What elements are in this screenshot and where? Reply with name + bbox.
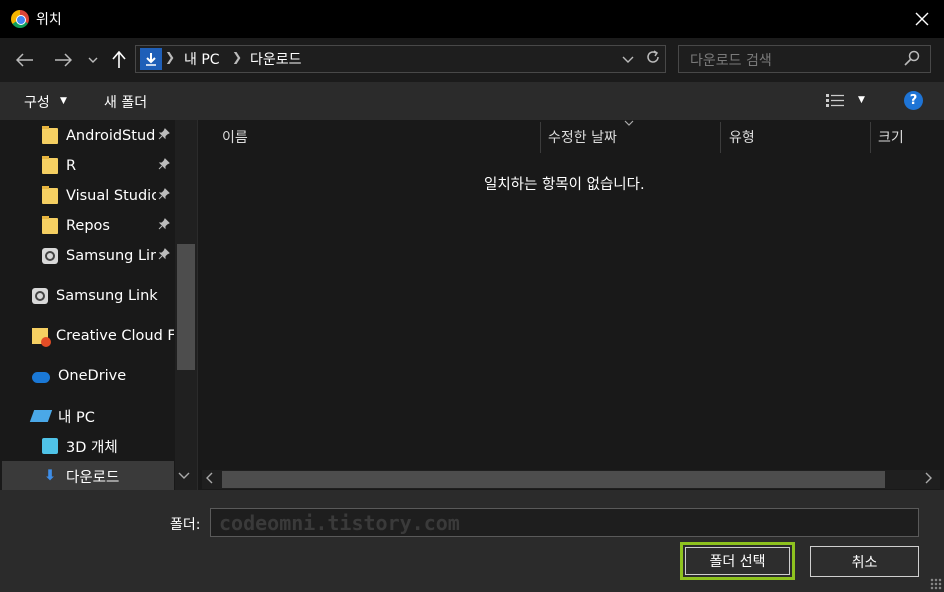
onedrive-icon	[32, 372, 50, 383]
samsung-link-icon	[32, 288, 48, 304]
folder-field[interactable]	[210, 508, 919, 537]
organize-button[interactable]: 구성	[24, 92, 50, 112]
column-header-type[interactable]: 유형	[729, 127, 755, 147]
tree-item-label: Samsung Linl	[66, 248, 156, 264]
tree-item-downloads[interactable]: ⬇ 다운로드	[42, 462, 119, 490]
cancel-button[interactable]: 취소	[810, 546, 919, 577]
dialog-footer	[0, 490, 944, 592]
scrollbar-thumb[interactable]	[222, 471, 885, 488]
pin-icon[interactable]	[158, 128, 170, 143]
chevron-down-icon	[622, 56, 634, 63]
close-icon	[915, 12, 929, 26]
chevron-down-icon[interactable]	[178, 470, 190, 483]
tree-item-this-pc[interactable]: 내 PC	[29, 402, 95, 430]
tree-item-label: Creative Cloud Fil	[56, 328, 174, 344]
window-title: 위치	[36, 12, 62, 28]
creative-cloud-icon	[32, 328, 51, 347]
tree-item-onedrive[interactable]: OneDrive	[32, 362, 126, 390]
column-divider[interactable]	[720, 122, 721, 153]
column-header-name[interactable]: 이름	[222, 127, 248, 147]
tree-item-samsung-link[interactable]: Samsung Link	[32, 282, 158, 310]
caret-down-icon[interactable]: ▼	[858, 95, 865, 105]
new-folder-button[interactable]: 새 폴더	[104, 92, 147, 112]
search-icon[interactable]	[904, 50, 920, 70]
close-button[interactable]	[908, 6, 936, 32]
forward-button[interactable]	[52, 48, 74, 72]
up-button[interactable]	[109, 48, 129, 72]
tree-item-label: 3D 개체	[66, 439, 118, 456]
help-icon[interactable]: ?	[904, 91, 923, 110]
tree-item-androidstudio[interactable]: AndroidStudi	[42, 122, 156, 150]
column-header-size[interactable]: 크기	[878, 127, 904, 147]
empty-message: 일치하는 항목이 없습니다.	[484, 177, 645, 193]
title-bar	[0, 0, 944, 38]
tree-item-label: OneDrive	[58, 368, 127, 384]
pin-icon[interactable]	[158, 158, 170, 173]
tree-item-visual-studio[interactable]: Visual Studio	[42, 182, 156, 210]
resize-grip-icon[interactable]	[930, 578, 942, 590]
chevron-left-icon[interactable]	[206, 472, 214, 487]
breadcrumb-downloads[interactable]: 다운로드	[250, 49, 302, 69]
tree-item-repos[interactable]: Repos	[42, 212, 156, 240]
tree-item-label: 다운로드	[66, 469, 120, 486]
tree-item-3d-objects[interactable]: 3D 개체	[42, 432, 118, 460]
tree-item-label: Visual Studio	[66, 188, 156, 204]
chevron-right-icon[interactable]: ❯	[165, 50, 175, 64]
pc-icon	[29, 410, 53, 422]
samsung-link-icon	[42, 248, 58, 264]
folder-icon	[42, 186, 58, 204]
column-divider[interactable]	[870, 122, 871, 153]
tree-item-samsung-link-pinned[interactable]: Samsung Linl	[42, 242, 156, 270]
arrow-right-icon	[55, 53, 72, 67]
tree-item-creative-cloud[interactable]: Creative Cloud Fil	[32, 322, 174, 350]
chevron-right-icon[interactable]: ❯	[232, 50, 242, 64]
search-placeholder: 다운로드 검색	[690, 53, 772, 69]
download-icon	[140, 48, 162, 70]
tree-item-label: AndroidStudi	[66, 128, 156, 144]
address-dropdown-button[interactable]	[622, 50, 634, 68]
sort-caret-icon	[624, 118, 634, 129]
pin-icon[interactable]	[158, 218, 170, 233]
refresh-icon	[647, 50, 659, 63]
3d-objects-icon	[42, 438, 58, 454]
chrome-icon	[11, 10, 29, 28]
column-header-date-modified[interactable]: 수정한 날짜	[548, 127, 617, 147]
pin-icon[interactable]	[158, 188, 170, 203]
tree-item-label: Samsung Link	[56, 288, 158, 304]
folder-icon	[42, 216, 58, 234]
chevron-down-icon	[88, 57, 98, 63]
view-options-icon[interactable]	[826, 93, 844, 107]
scrollbar-thumb[interactable]	[177, 244, 195, 370]
breadcrumb-pc[interactable]: 내 PC	[184, 49, 220, 69]
back-button[interactable]	[14, 48, 36, 72]
select-folder-button[interactable]: 폴더 선택	[685, 547, 790, 575]
tree-item-label: Repos	[66, 218, 110, 234]
tree-item-label: 내 PC	[58, 409, 95, 426]
chevron-right-icon[interactable]	[924, 472, 932, 487]
folder-label: 폴더:	[170, 517, 201, 533]
tree-item-label: R	[66, 158, 77, 174]
arrow-left-icon	[16, 53, 33, 67]
refresh-button[interactable]	[645, 49, 661, 69]
recent-locations-button[interactable]	[86, 48, 100, 72]
download-icon: ⬇	[43, 468, 57, 484]
folder-icon	[42, 126, 58, 144]
folder-icon	[42, 156, 58, 174]
pin-icon[interactable]	[158, 248, 170, 263]
arrow-up-icon	[112, 51, 126, 68]
tree-item-r[interactable]: R	[42, 152, 156, 180]
column-divider[interactable]	[540, 122, 541, 153]
caret-down-icon[interactable]: ▼	[60, 96, 67, 106]
